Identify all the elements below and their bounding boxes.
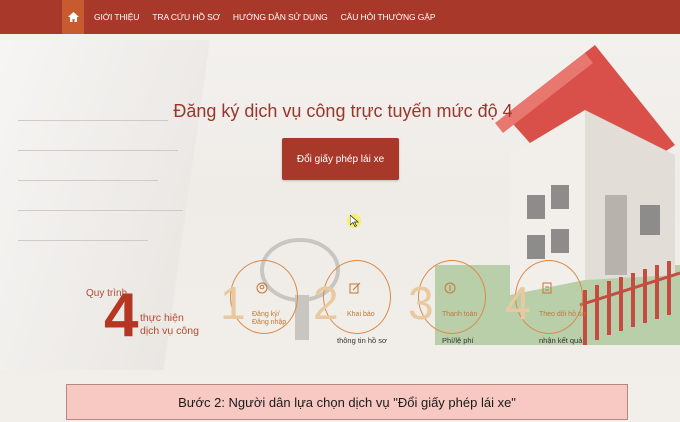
step-4: 4 Theo dõi hồ sơ nhận kết quả [505,260,586,345]
nav-item-lookup[interactable]: TRA CỨU HỒ SƠ [152,12,220,22]
mouse-cursor [347,214,361,228]
nav-item-faq[interactable]: CÂU HỎI THƯỜNG GẶP [341,12,436,22]
process-subtitle-line2: dịch vụ công [140,325,199,337]
blueprint-line [18,240,148,241]
step-number: 1 [220,277,246,329]
blueprint-line [18,180,158,181]
step-line2: thông tin hồ sơ [337,336,387,345]
service-button[interactable]: Đổi giấy phép lái xe [282,138,399,180]
process-number: 4 [104,281,139,350]
clipboard-icon [542,282,552,294]
step-number: 3 [408,277,434,329]
step-2: 2 Khai báo thông tin hồ sơ [313,260,391,345]
payment-icon [444,282,456,294]
home-icon [67,12,79,22]
home-button[interactable] [62,0,84,34]
nav-item-introduction[interactable]: GIỚI THIỆU [94,12,139,22]
step-1: 1 Đăng ký/ Đăng nhập [220,260,298,334]
cursor-arrow-icon [350,215,359,227]
step-line1: Theo dõi hồ sơ [539,311,587,318]
nav-item-guide[interactable]: HƯỚNG DẪN SỬ DỤNG [233,12,328,22]
step-3: 3 Thanh toán Phí/lệ phí [408,260,486,345]
step-number: 4 [505,277,531,329]
process-subtitle-line1: thực hiện [140,312,184,324]
blueprint-line [18,150,178,151]
process-subtitle: thực hiện dịch vụ công [140,312,199,338]
page: GIỚI THIỆU TRA CỨU HỒ SƠ HƯỚNG DẪN SỬ DỤ… [0,0,680,422]
page-title-text: Đăng ký dịch vụ công trực tuyến mức độ 4 [173,101,513,121]
caption-banner: Bước 2: Người dân lựa chọn dịch vụ "Đổi … [66,384,628,420]
step-number: 2 [313,277,339,329]
blueprint-line [18,210,183,211]
step-line2: nhận kết quả [539,336,583,345]
user-icon [256,282,268,294]
top-navigation: GIỚI THIỆU TRA CỨU HỒ SƠ HƯỚNG DẪN SỬ DỤ… [0,0,680,34]
page-title: Đăng ký dịch vụ công trực tuyến mức độ 4 [0,101,680,122]
edit-icon [349,282,361,294]
